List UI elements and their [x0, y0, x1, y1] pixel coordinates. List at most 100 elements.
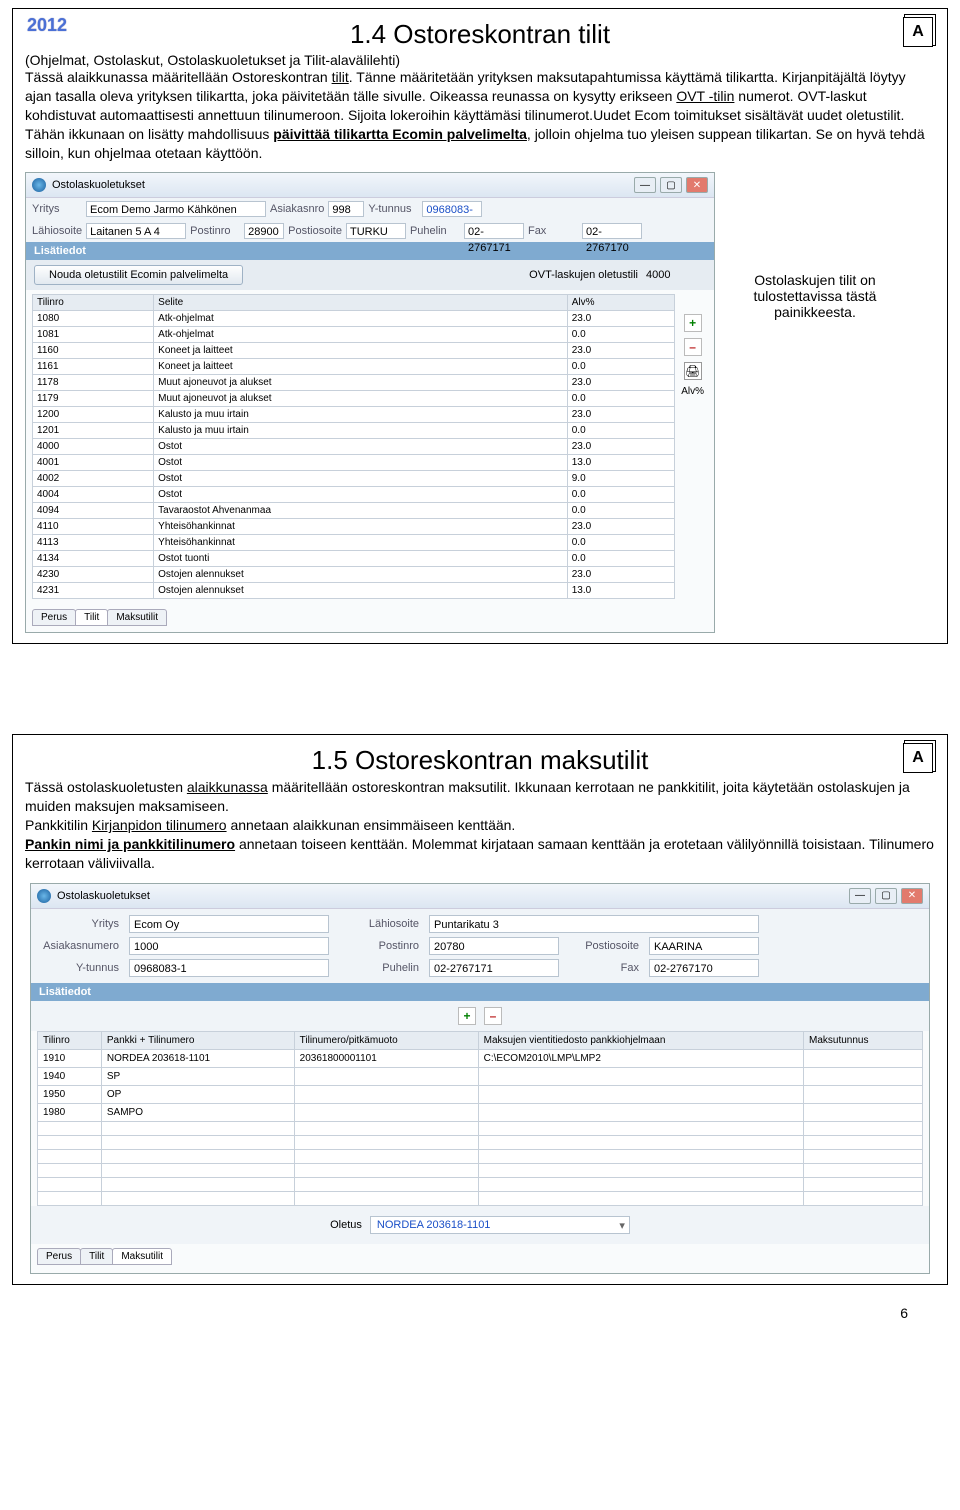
tab-maksutilit-2[interactable]: Maksutilit [112, 1248, 172, 1265]
puhelin-field[interactable]: 02-2767171 [464, 223, 524, 239]
print-callout: Ostolaskujen tilit on tulostettavissa tä… [735, 272, 895, 320]
table-row[interactable]: 4231Ostojen alennukset13.0 [33, 583, 675, 599]
table-row[interactable]: 1178Muut ajoneuvot ja alukset23.0 [33, 375, 675, 391]
ovt-field[interactable]: 4000 [646, 269, 706, 281]
lisatiedot-bar-2: Lisätiedot [31, 983, 929, 1001]
puhelin2-label: Puhelin [339, 962, 419, 974]
lahiosoite2-field[interactable]: Puntarikatu 3 [429, 915, 759, 933]
oletus-dropdown[interactable]: NORDEA 203618-1101 [370, 1216, 630, 1234]
asiakasnro-field[interactable]: 998 [328, 201, 364, 217]
postiosoite2-field[interactable]: KAARINA [649, 937, 759, 955]
table-row[interactable]: 1179Muut ajoneuvot ja alukset0.0 [33, 391, 675, 407]
table-row[interactable]: 1160Koneet ja laitteet23.0 [33, 343, 675, 359]
year-badge: 2012 [27, 15, 67, 36]
yritys-label: Yritys [32, 203, 82, 215]
postinro-label: Postinro [190, 225, 240, 237]
table-row[interactable] [38, 1177, 923, 1191]
window-title-1: Ostolaskuoletukset [52, 179, 145, 191]
table-row[interactable] [38, 1135, 923, 1149]
col-header: Pankki + Tilinumero [101, 1031, 294, 1049]
table-row[interactable]: 4000Ostot23.0 [33, 439, 675, 455]
table-row[interactable] [38, 1149, 923, 1163]
table-row[interactable]: 1201Kalusto ja muu irtain0.0 [33, 423, 675, 439]
table-row[interactable]: 1161Koneet ja laitteet0.0 [33, 359, 675, 375]
yritys2-field[interactable]: Ecom Oy [129, 915, 329, 933]
table-row[interactable]: 4002Ostot9.0 [33, 471, 675, 487]
app-globe-icon [32, 178, 46, 192]
tab-tilit-2[interactable]: Tilit [80, 1248, 113, 1265]
table-row[interactable] [38, 1191, 923, 1205]
table-row[interactable]: 4230Ostojen alennukset23.0 [33, 567, 675, 583]
table-row[interactable]: 4134Ostot tuonti0.0 [33, 551, 675, 567]
window-title-2: Ostolaskuoletukset [57, 890, 150, 902]
max-button-2[interactable]: ▢ [875, 888, 897, 904]
asiakasnumero2-field[interactable]: 1000 [129, 937, 329, 955]
asiakasnro-label: Asiakasnro [270, 203, 324, 215]
print-icon[interactable]: 🖨 [684, 362, 702, 380]
table-row[interactable]: 1080Atk-ohjelmat23.0 [33, 311, 675, 327]
asiakasnumero2-label: Asiakasnumero [39, 940, 119, 952]
alv-side-label: Alv% [681, 386, 704, 397]
fax2-field[interactable]: 02-2767170 [649, 959, 759, 977]
min-button[interactable]: — [634, 177, 656, 193]
tab-maksutilit[interactable]: Maksutilit [107, 609, 167, 626]
close-button-2[interactable]: ✕ [901, 888, 923, 904]
table-row[interactable]: 4113Yhteisöhankinnat0.0 [33, 535, 675, 551]
a-icon-1: A [903, 17, 933, 47]
table-row[interactable] [38, 1163, 923, 1177]
tab-tilit[interactable]: Tilit [75, 609, 108, 626]
add-row-icon-2[interactable]: + [458, 1007, 476, 1025]
col-header: Tilinro [33, 295, 154, 311]
tabs-2: PerusTilitMaksutilit [31, 1244, 929, 1273]
postiosoite-field[interactable]: TURKU [346, 223, 406, 239]
page-number: 6 [12, 1305, 948, 1321]
table-row[interactable]: 1980SAMPO [38, 1103, 923, 1121]
postiosoite2-label: Postiosoite [569, 940, 639, 952]
section1-subtitle: (Ohjelmat, Ostolaskut, Ostolaskuoletukse… [25, 52, 935, 68]
table-row[interactable]: 1200Kalusto ja muu irtain23.0 [33, 407, 675, 423]
table-row[interactable]: 4004Ostot0.0 [33, 487, 675, 503]
col-header: Alv% [567, 295, 674, 311]
yritys-field[interactable]: Ecom Demo Jarmo Kähkönen [86, 201, 266, 217]
fax-label: Fax [528, 225, 578, 237]
puhelin2-field[interactable]: 02-2767171 [429, 959, 559, 977]
ytunnus-field[interactable]: 0968083- [422, 201, 482, 217]
ytunnus-label: Y-tunnus [368, 203, 418, 215]
table-row[interactable]: 4001Ostot13.0 [33, 455, 675, 471]
section2-title: 1.5 Ostoreskontran maksutilit [25, 745, 935, 776]
table-row[interactable]: 4110Yhteisöhankinnat23.0 [33, 519, 675, 535]
lahiosoite-field[interactable]: Laitanen 5 A 4 [86, 223, 186, 239]
table-row[interactable]: 1910NORDEA 203618-110120361800001101C:\E… [38, 1049, 923, 1067]
table-row[interactable]: 1940SP [38, 1067, 923, 1085]
window-ostolaskuoletukset-2: Ostolaskuoletukset — ▢ ✕ Yritys Ecom Oy … [30, 883, 930, 1274]
table-row[interactable]: 4094Tavaraostot Ahvenanmaa0.0 [33, 503, 675, 519]
close-button[interactable]: ✕ [686, 177, 708, 193]
tili-table: TilinroSeliteAlv%1080Atk-ohjelmat23.0108… [32, 294, 675, 599]
nouda-button[interactable]: Nouda oletustilit Ecomin palvelimelta [34, 265, 243, 285]
app-globe-icon-2 [37, 889, 51, 903]
remove-row-icon[interactable]: – [684, 338, 702, 356]
postinro-field[interactable]: 28900 [244, 223, 284, 239]
oletus-label: Oletus [330, 1219, 362, 1231]
min-button-2[interactable]: — [849, 888, 871, 904]
table-row[interactable]: 1950OP [38, 1085, 923, 1103]
postiosoite-label: Postiosoite [288, 225, 342, 237]
fax-field[interactable]: 02-2767170 [582, 223, 642, 239]
postinro2-field[interactable]: 20780 [429, 937, 559, 955]
tab-perus-2[interactable]: Perus [37, 1248, 81, 1265]
section1-paragraph: Tässä alaikkunassa määritellään Ostoresk… [25, 68, 935, 162]
tab-perus[interactable]: Perus [32, 609, 76, 626]
lahiosoite2-label: Lähiosoite [339, 918, 419, 930]
ytunnus2-field[interactable]: 0968083-1 [129, 959, 329, 977]
puhelin-label: Puhelin [410, 225, 460, 237]
col-header: Selite [154, 295, 568, 311]
a-icon-2: A [903, 743, 933, 773]
max-button[interactable]: ▢ [660, 177, 682, 193]
table-row[interactable]: 1081Atk-ohjelmat0.0 [33, 327, 675, 343]
remove-row-icon-2[interactable]: – [484, 1007, 502, 1025]
col-header: Maksujen vientitiedosto pankkiohjelmaan [478, 1031, 803, 1049]
section2-paragraph: Tässä ostolaskuoletusten alaikkunassa mä… [25, 778, 935, 872]
add-row-icon[interactable]: + [684, 314, 702, 332]
table-row[interactable] [38, 1121, 923, 1135]
col-header: Maksutunnus [804, 1031, 923, 1049]
